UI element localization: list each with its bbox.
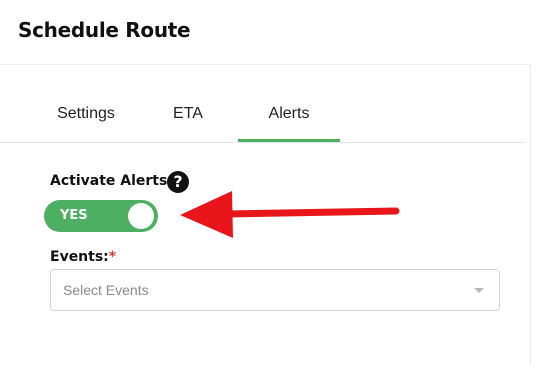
page-title: Schedule Route — [18, 18, 191, 42]
events-label: Events:* — [50, 249, 116, 265]
tab-alerts[interactable]: Alerts — [238, 86, 340, 142]
tab-settings[interactable]: Settings — [38, 86, 134, 140]
events-select[interactable]: Select Events — [50, 269, 500, 311]
events-label-text: Events: — [50, 249, 109, 265]
chevron-down-icon — [474, 288, 484, 293]
required-asterisk: * — [108, 249, 117, 265]
tab-bar: Settings ETA Alerts — [0, 86, 526, 143]
activate-alerts-toggle[interactable]: YES — [44, 200, 158, 232]
toggle-label: YES — [60, 208, 88, 223]
toggle-knob — [128, 203, 154, 229]
tab-eta[interactable]: ETA — [140, 86, 236, 140]
events-select-placeholder: Select Events — [63, 282, 149, 298]
activate-alerts-label: Activate Alerts — [50, 173, 168, 189]
question-circle-icon[interactable]: ? — [167, 171, 189, 193]
